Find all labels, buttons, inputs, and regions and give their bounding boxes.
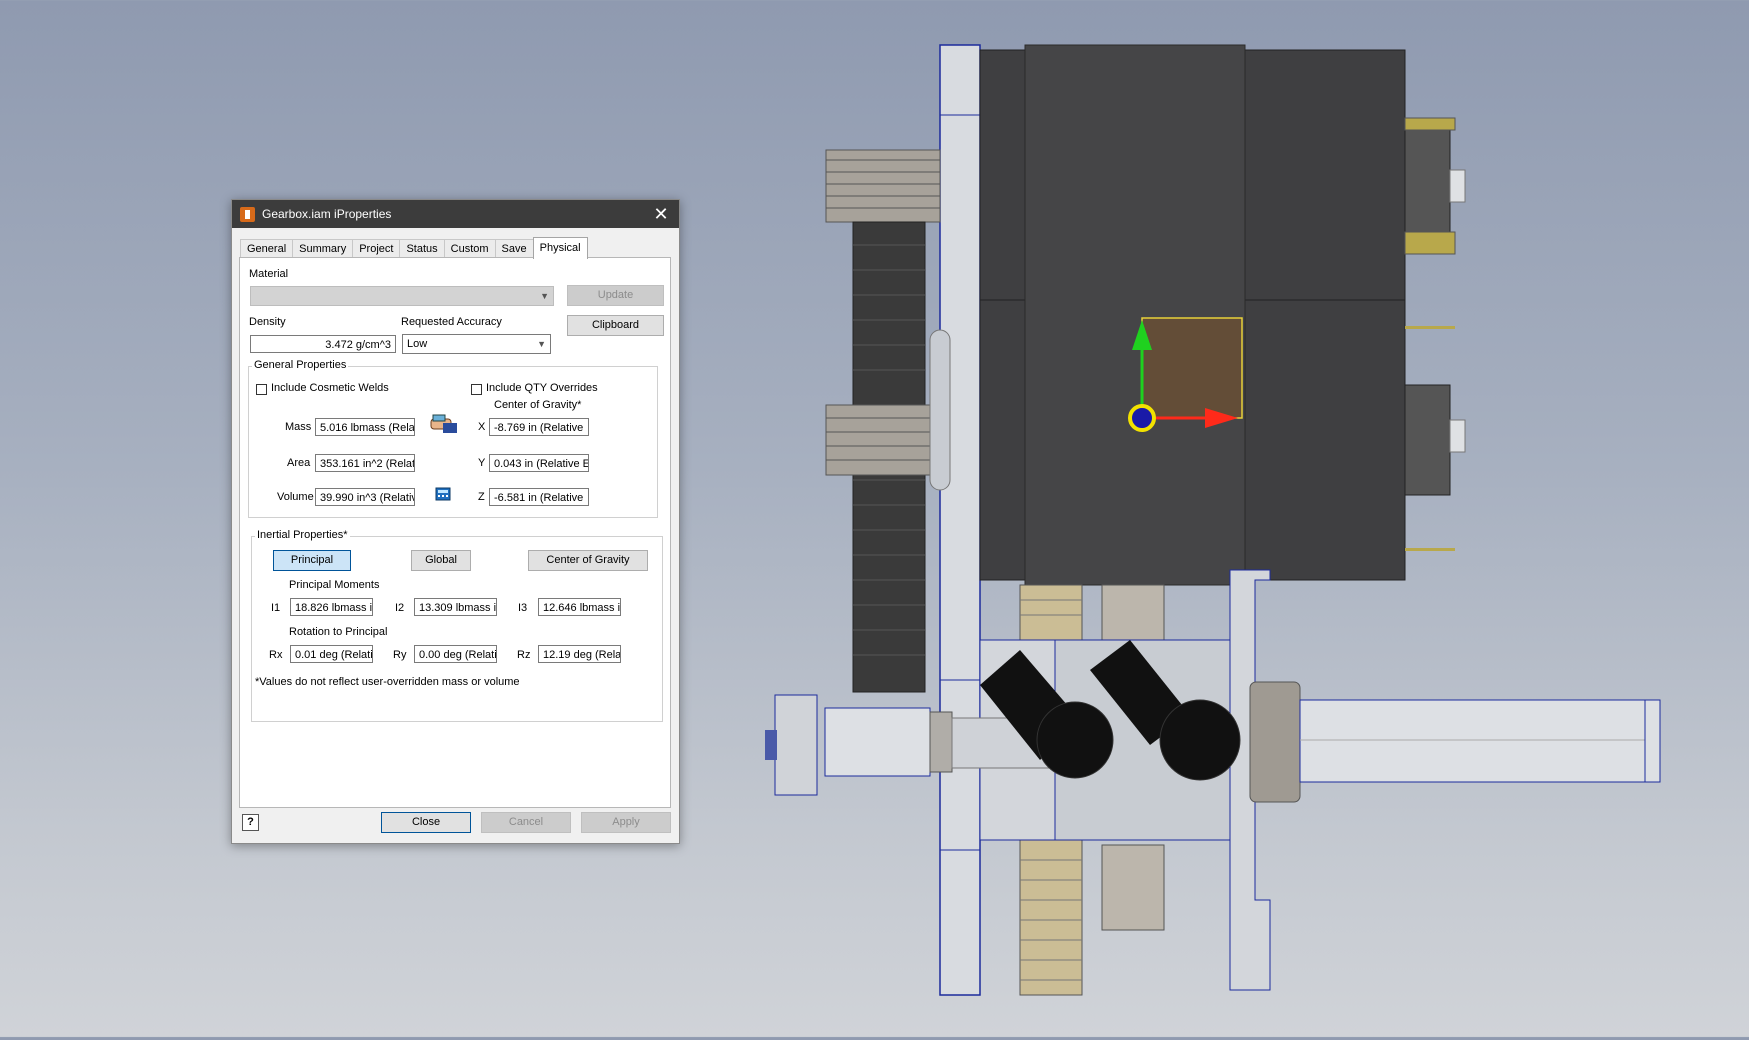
rz-label: Rz — [517, 649, 531, 661]
rz-field[interactable]: 12.19 deg (Relative — [538, 645, 621, 663]
selection-face[interactable] — [1141, 317, 1243, 419]
dialog-title: Gearbox.iam iProperties — [262, 207, 392, 221]
inertial-properties-title: Inertial Properties* — [255, 529, 350, 541]
volume-label: Volume — [277, 491, 314, 503]
close-button[interactable]: Close — [381, 812, 471, 833]
area-field[interactable]: 353.161 in^2 (Relative — [315, 454, 415, 472]
physical-panel: Material ▼ Update Density Requested Accu… — [239, 257, 671, 808]
cosmetic-welds-checkbox[interactable] — [256, 384, 267, 395]
help-icon[interactable]: ? — [242, 814, 259, 831]
mass-field[interactable]: 5.016 lbmass (Relative — [315, 418, 415, 436]
i1-label: I1 — [271, 602, 281, 614]
rotation-label: Rotation to Principal — [289, 626, 388, 638]
global-button[interactable]: Global — [411, 550, 471, 571]
i2-field[interactable]: 13.309 lbmass in^2 — [414, 598, 497, 616]
qty-overrides-checkbox[interactable] — [471, 384, 482, 395]
rx-label: Rx — [269, 649, 283, 661]
close-icon[interactable]: ✕ — [651, 204, 671, 224]
apply-button[interactable]: Apply — [581, 812, 671, 833]
material-select[interactable]: ▼ — [250, 286, 554, 306]
iproperties-dialog[interactable]: Gearbox.iam iProperties ✕ General Summar… — [231, 199, 680, 844]
footnote: *Values do not reflect user-overridden m… — [255, 676, 520, 688]
shaft — [1299, 699, 1646, 783]
i1-field[interactable]: 18.826 lbmass in^2 — [290, 598, 373, 616]
calculator-icon[interactable] — [435, 487, 451, 501]
tab-strip: General Summary Project Status Custom Sa… — [240, 237, 588, 259]
side-plate — [939, 44, 981, 996]
center-of-gravity-button[interactable]: Center of Gravity — [528, 550, 648, 571]
gear-upper — [825, 149, 941, 223]
principal-button[interactable]: Principal — [273, 550, 351, 571]
ry-field[interactable]: 0.00 deg (Relative — [414, 645, 497, 663]
material-label: Material — [249, 268, 289, 280]
gear-middle — [825, 404, 941, 476]
tab-custom[interactable]: Custom — [443, 239, 496, 258]
hand-edit-icon[interactable] — [429, 413, 459, 435]
clipboard-button[interactable]: Clipboard — [567, 315, 664, 336]
shaft-collar — [1249, 681, 1301, 803]
cog-y-label: Y — [478, 457, 486, 469]
cog-y-field[interactable]: 0.043 in (Relative Error — [489, 454, 589, 472]
mass-label: Mass — [285, 421, 312, 433]
tab-save[interactable]: Save — [494, 239, 534, 258]
cog-z-label: Z — [478, 491, 485, 503]
principal-moments-label: Principal Moments — [289, 579, 380, 591]
density-field[interactable]: 3.472 g/cm^3 — [250, 335, 396, 353]
general-properties-group: General Properties Include Cosmetic Weld… — [248, 359, 658, 518]
i2-label: I2 — [395, 602, 405, 614]
cosmetic-welds-label: Include Cosmetic Welds — [271, 382, 389, 394]
inertial-properties-group: Inertial Properties* Principal Global Ce… — [251, 529, 663, 722]
tab-general[interactable]: General — [240, 239, 294, 258]
area-label: Area — [287, 457, 311, 469]
accuracy-select[interactable]: Low ▼ — [402, 334, 551, 354]
tab-summary[interactable]: Summary — [292, 239, 354, 258]
fitting-nut — [774, 694, 818, 796]
chevron-down-icon: ▼ — [540, 291, 549, 301]
volume-field[interactable]: 39.990 in^3 (Relative — [315, 488, 415, 506]
general-properties-title: General Properties — [252, 359, 349, 371]
rx-field[interactable]: 0.01 deg (Relative — [290, 645, 373, 663]
inventor-app-icon — [240, 206, 255, 222]
cancel-button[interactable]: Cancel — [481, 812, 571, 833]
tab-project[interactable]: Project — [352, 239, 401, 258]
fitting-hex — [824, 707, 931, 777]
density-label: Density — [249, 316, 286, 328]
update-button[interactable]: Update — [567, 285, 664, 306]
cog-x-field[interactable]: -8.769 in (Relative — [489, 418, 589, 436]
tab-status[interactable]: Status — [399, 239, 445, 258]
ry-label: Ry — [393, 649, 407, 661]
chevron-down-icon: ▼ — [537, 339, 546, 349]
accuracy-label: Requested Accuracy — [401, 316, 502, 328]
cog-z-field[interactable]: -6.581 in (Relative — [489, 488, 589, 506]
dialog-titlebar[interactable]: Gearbox.iam iProperties ✕ — [232, 200, 679, 228]
qty-overrides-label: Include QTY Overrides — [486, 382, 598, 394]
i3-label: I3 — [518, 602, 528, 614]
i3-field[interactable]: 12.646 lbmass in^2 — [538, 598, 621, 616]
cog-x-label: X — [478, 421, 486, 433]
tab-physical[interactable]: Physical — [532, 237, 588, 259]
center-of-gravity-label: Center of Gravity* — [494, 399, 582, 411]
